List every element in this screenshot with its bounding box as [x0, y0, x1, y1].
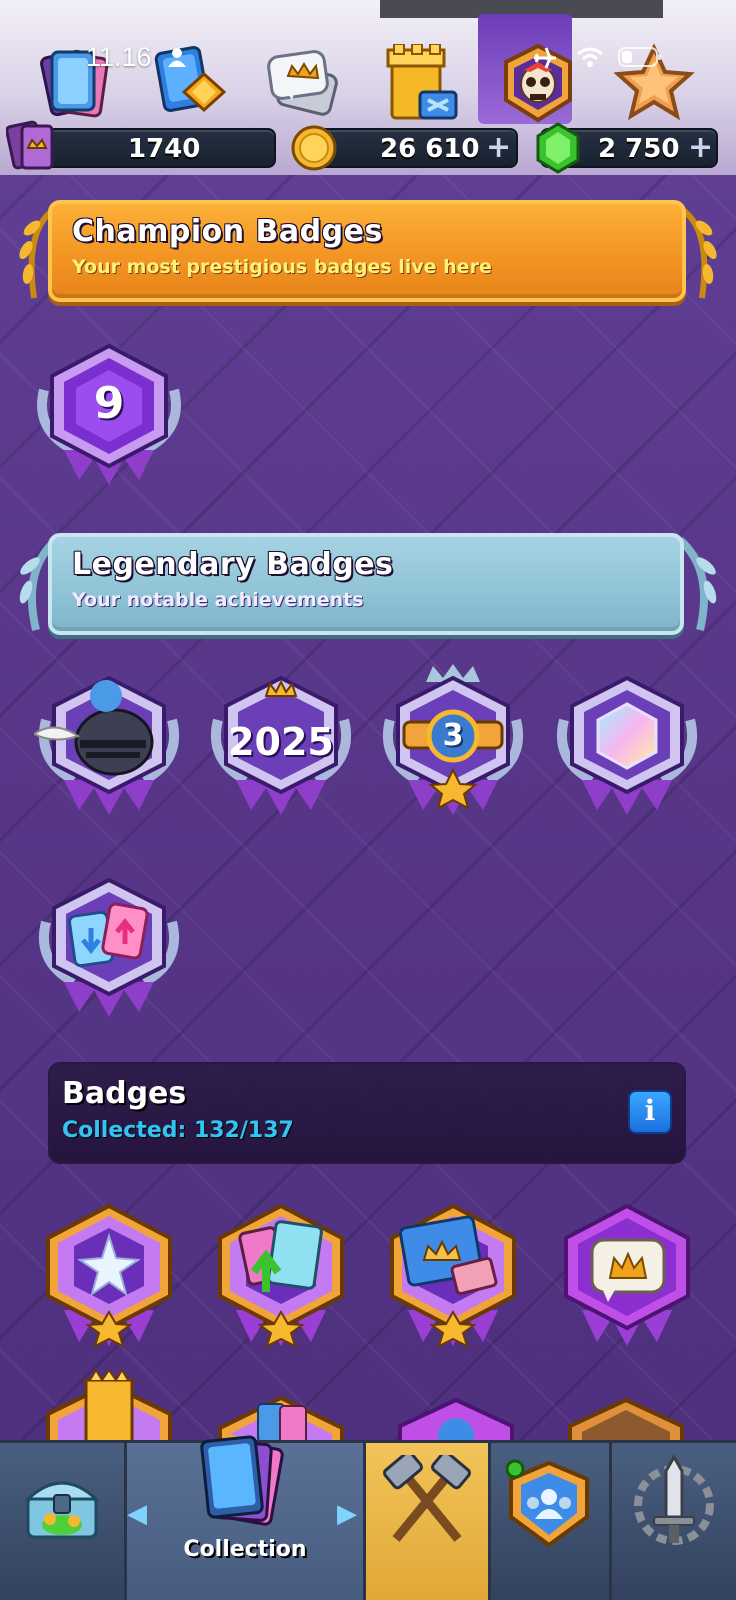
top-header: 11.16 1740 26 610 + 2 750 + — [0, 0, 736, 175]
legendary-badge-card-trade[interactable] — [34, 872, 184, 1022]
cards-icon — [200, 1435, 284, 1526]
gold-value: 26 610 — [380, 134, 480, 164]
badges-collected-count: Collected: 132/137 — [62, 1118, 294, 1143]
badge-tower-cards[interactable] — [378, 1200, 528, 1350]
trophy-value: 1740 — [128, 134, 201, 164]
nav-right-arrow-icon[interactable]: ▶ — [337, 1499, 357, 1529]
legendary-badges-title: Legendary Badges — [72, 547, 394, 582]
badge-emote[interactable] — [552, 1200, 702, 1350]
champion-badge-number: 9 — [93, 378, 125, 429]
airplane-mode-icon — [534, 47, 556, 69]
legendary-badges-subtitle: Your notable achievements — [72, 589, 364, 611]
bottom-navigation: ◀ Collection ▶ — [0, 1435, 736, 1600]
champion-badges-banner: Champion Badges Your most prestigious ba… — [48, 200, 686, 302]
nav-collection[interactable]: ◀ Collection ▶ — [127, 1435, 363, 1600]
nav-events[interactable] — [612, 1443, 736, 1600]
status-bar: 11.16 — [0, 42, 736, 72]
nav-battle[interactable] — [366, 1443, 488, 1600]
champion-badge-level[interactable]: 9 — [34, 340, 184, 490]
badges-title: Badges — [62, 1076, 187, 1111]
champion-badges-subtitle: Your most prestigious badges live here — [72, 256, 492, 278]
legendary-badge-rank[interactable]: 3 — [378, 662, 528, 815]
person-icon — [168, 48, 186, 67]
legendary-badge-knight[interactable] — [32, 670, 184, 820]
chest-icon — [24, 1481, 100, 1539]
crossed-hammers-icon — [383, 1455, 471, 1542]
gold-coin-icon — [291, 125, 337, 171]
legendary-badge-year[interactable]: 2025 — [206, 670, 356, 820]
nav-shop[interactable] — [0, 1443, 124, 1600]
card-crown-icon — [6, 120, 54, 170]
legendary-badge-gem[interactable] — [552, 670, 702, 820]
badges-collected-panel: Badges Collected: 132/137 i — [48, 1062, 686, 1164]
nav-clan[interactable] — [491, 1443, 609, 1600]
sword-icon — [634, 1453, 714, 1545]
year-badge-label: 2025 — [228, 720, 334, 764]
add-gold-button[interactable]: + — [486, 130, 511, 165]
info-button[interactable]: i — [628, 1090, 672, 1134]
champion-badges-title: Champion Badges — [72, 214, 383, 249]
badge-star-gem[interactable] — [34, 1200, 184, 1350]
nav-left-arrow-icon[interactable]: ◀ — [127, 1499, 147, 1529]
status-time: 11.16 — [86, 42, 152, 72]
nav-collection-label: Collection — [183, 1537, 307, 1562]
clan-icon — [505, 1459, 589, 1548]
trophy-counter: 1740 — [30, 128, 276, 168]
gem-icon — [536, 122, 580, 174]
badge-card-upgrade[interactable] — [206, 1200, 356, 1350]
legendary-badges-banner: Legendary Badges Your notable achievemen… — [48, 533, 684, 635]
gem-value: 2 750 — [598, 134, 680, 164]
rank-badge-number: 3 — [442, 718, 464, 753]
battery-icon — [618, 47, 661, 67]
add-gems-button[interactable]: + — [688, 130, 713, 165]
wifi-icon — [577, 47, 603, 67]
